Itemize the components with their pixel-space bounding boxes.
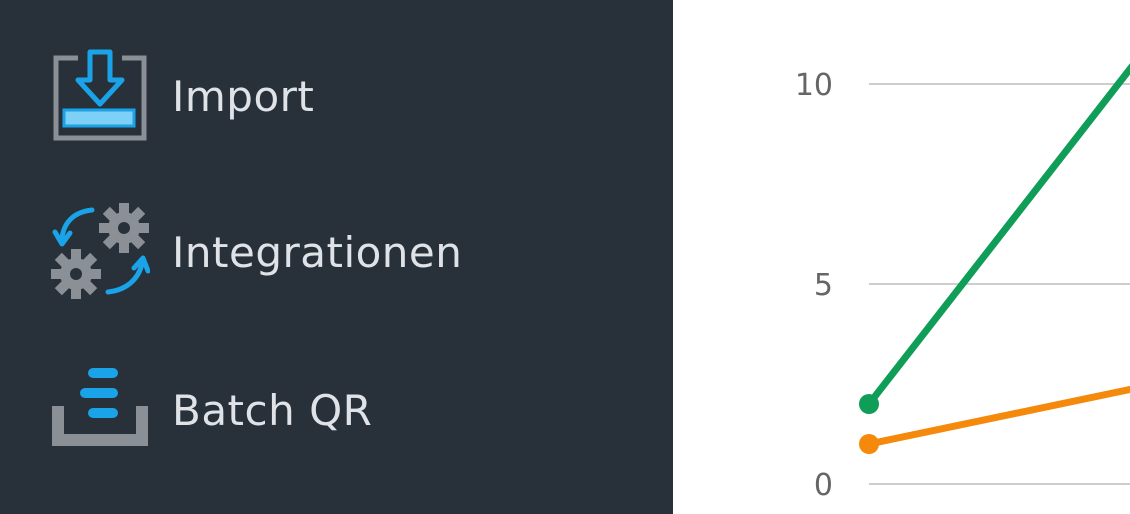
y-tick-label: 10 — [795, 68, 833, 103]
series-point-1[interactable] — [859, 434, 879, 454]
y-tick-label: 5 — [814, 268, 833, 303]
sidebar-item-label: Batch QR — [172, 385, 373, 435]
sidebar-item-label: Import — [172, 71, 315, 121]
y-tick-label: 0 — [814, 468, 833, 503]
sidebar: Import Integrationen Batch QR — [0, 0, 673, 514]
batch-qr-icon — [52, 368, 148, 446]
line-chart: 0 5 10 — [673, 0, 1130, 514]
app-root: Import Integrationen Batch QR 0 5 10 — [0, 0, 1130, 514]
series-line-0 — [865, 63, 1130, 408]
series-point-0[interactable] — [859, 394, 879, 414]
sidebar-item-import[interactable]: Import — [50, 46, 314, 146]
sidebar-item-integrationen[interactable]: Integrationen — [50, 202, 462, 302]
sidebar-item-label: Integrationen — [172, 227, 463, 277]
series-line-1 — [865, 385, 1130, 448]
sidebar-item-batch-qr[interactable]: Batch QR — [50, 360, 372, 460]
chart-svg: 0 5 10 — [795, 63, 1130, 503]
import-icon — [53, 49, 147, 141]
integrations-gear-icon — [51, 203, 150, 299]
